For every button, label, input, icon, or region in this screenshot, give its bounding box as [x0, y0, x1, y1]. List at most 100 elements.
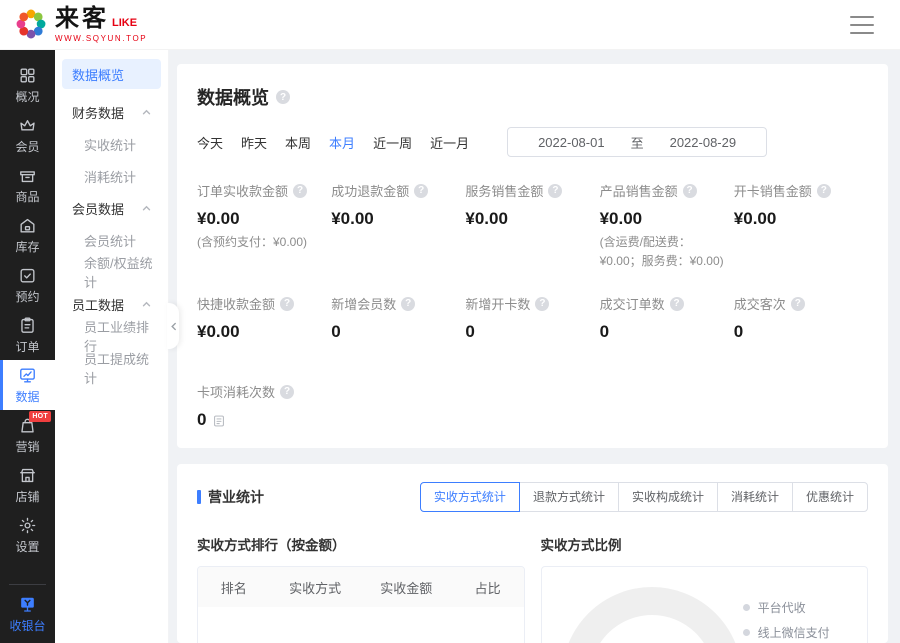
- stat-refund-amount: 成功退款金额 ¥0.00: [331, 181, 465, 270]
- filter-last-month[interactable]: 近一月: [430, 133, 469, 152]
- ranking-table-header: 排名 实收方式 实收金额 占比: [198, 567, 524, 607]
- brand-text: 来客 LIKE WWW.SQYUN.TOP: [55, 7, 147, 43]
- sidebar-item-label: 设置: [15, 538, 39, 555]
- nav-staff-performance-ranking[interactable]: 员工业绩排行: [62, 320, 161, 352]
- stat-card-sales: 开卡销售金额 ¥0.00: [734, 181, 868, 270]
- sidebar-item-label: 预约: [15, 288, 39, 305]
- nav-balance-rights-stats[interactable]: 余额/权益统计: [62, 256, 161, 288]
- help-icon[interactable]: [276, 90, 290, 104]
- section-accent-bar: [197, 490, 201, 504]
- help-icon[interactable]: [548, 184, 562, 198]
- menu-toggle-icon[interactable]: [850, 16, 874, 34]
- sidebar-item-orders[interactable]: 订单: [0, 310, 55, 360]
- income-method-ranking-panel: 实收方式排行（按金额） 排名 实收方式 实收金额 占比: [197, 534, 525, 643]
- sidebar-item-inventory[interactable]: 库存: [0, 210, 55, 260]
- sidebar-item-label: 概况: [15, 88, 39, 105]
- stat-completed-orders: 成交订单数 0: [600, 294, 734, 358]
- help-icon[interactable]: [791, 297, 805, 311]
- stat-card-consumption-count: 卡项消耗次数 0: [197, 382, 331, 430]
- tab-consumption-stats[interactable]: 消耗统计: [717, 482, 793, 512]
- sidebar-item-label: 收银台: [9, 617, 45, 634]
- warehouse-icon: [18, 216, 37, 235]
- filter-this-week[interactable]: 本周: [285, 133, 311, 152]
- stat-order-income: 订单实收款金额 ¥0.00 (含预约支付：¥0.00): [197, 181, 331, 270]
- filter-today[interactable]: 今天: [197, 133, 223, 152]
- sidebar-item-products[interactable]: 商品: [0, 160, 55, 210]
- help-icon[interactable]: [293, 184, 307, 198]
- sidebar-item-settings[interactable]: 设置: [0, 510, 55, 560]
- help-icon[interactable]: [280, 385, 294, 399]
- help-icon[interactable]: [670, 297, 684, 311]
- tab-refund-method-stats[interactable]: 退款方式统计: [519, 482, 619, 512]
- sidebar-item-label: 商品: [15, 188, 39, 205]
- sidebar-item-cashier[interactable]: 收银台: [0, 589, 55, 639]
- clipboard-icon: [18, 316, 37, 335]
- nav-member-stats[interactable]: 会员统计: [62, 224, 161, 256]
- chevron-left-icon: [170, 322, 177, 331]
- stat-quick-payment: 快捷收款金额 ¥0.00: [197, 294, 331, 358]
- storefront-icon: [18, 466, 37, 485]
- sidebar-item-overview[interactable]: 概况: [0, 60, 55, 110]
- legend-item[interactable]: 平台代收: [743, 599, 843, 616]
- stats-tab-group: 实收方式统计 退款方式统计 实收构成统计 消耗统计 优惠统计: [420, 482, 868, 512]
- nav-income-stats[interactable]: 实收统计: [62, 128, 161, 160]
- nav-group-member-data[interactable]: 会员数据: [62, 192, 161, 224]
- income-method-ratio-panel: 实收方式比例 总金额 ¥0.00 平台代收 线: [541, 534, 869, 643]
- help-icon[interactable]: [683, 184, 697, 198]
- date-range-separator: 至: [631, 133, 644, 152]
- sidebar-item-members[interactable]: 会员: [0, 110, 55, 160]
- help-icon[interactable]: [401, 297, 415, 311]
- sidebar-divider: [9, 584, 46, 585]
- sidebar-item-label: 店铺: [15, 488, 39, 505]
- sidebar-item-shop[interactable]: 店铺: [0, 460, 55, 510]
- date-range-end: 2022-08-29: [670, 135, 737, 150]
- donut-chart: 总金额 ¥0.00: [562, 587, 742, 643]
- hot-badge: HOT: [29, 411, 51, 422]
- tab-income-composition-stats[interactable]: 实收构成统计: [618, 482, 718, 512]
- sidebar-item-marketing[interactable]: HOT 营销: [0, 410, 55, 460]
- date-range-picker[interactable]: 2022-08-01 至 2022-08-29: [507, 127, 767, 157]
- legend-item[interactable]: 线上微信支付: [743, 624, 843, 641]
- legend-dot: [743, 629, 750, 636]
- nav-group-finance-data[interactable]: 财务数据: [62, 96, 161, 128]
- sidebar-item-data[interactable]: 数据: [0, 360, 55, 410]
- chevron-up-icon: [142, 109, 151, 115]
- filter-last-week[interactable]: 近一周: [373, 133, 412, 152]
- nav-consumption-stats[interactable]: 消耗统计: [62, 160, 161, 192]
- record-detail-icon[interactable]: [212, 413, 226, 427]
- help-icon[interactable]: [535, 297, 549, 311]
- crown-icon: [18, 116, 37, 135]
- secondary-sidebar: 数据概览 财务数据 实收统计 消耗统计 会员数据 会员统计 余额/权益统计 员工…: [55, 50, 169, 643]
- date-filter-row: 今天 昨天 本周 本月 近一周 近一月 2022-08-01 至 2022-08…: [197, 127, 868, 157]
- primary-sidebar: 概况 会员 商品 库存 预约 订单: [0, 50, 55, 643]
- collapse-sidebar-handle[interactable]: [167, 303, 179, 349]
- nav-group-staff-data[interactable]: 员工数据: [62, 288, 161, 320]
- section-title: 营业统计: [197, 487, 264, 507]
- ranking-panel-title: 实收方式排行（按金额）: [197, 534, 525, 554]
- brand-logo[interactable]: 来客 LIKE WWW.SQYUN.TOP: [14, 7, 147, 43]
- app-window: 来客 LIKE WWW.SQYUN.TOP 概况 会员 商品: [0, 0, 900, 643]
- monitor-chart-icon: [18, 366, 37, 385]
- chevron-up-icon: [142, 301, 151, 307]
- sidebar-item-booking[interactable]: 预约: [0, 260, 55, 310]
- main-content: 数据概览 今天 昨天 本周 本月 近一周 近一月 2022-08-01 至 20…: [169, 50, 900, 643]
- filter-this-month[interactable]: 本月: [329, 133, 355, 152]
- help-icon[interactable]: [280, 297, 294, 311]
- stat-new-members: 新增会员数 0: [331, 294, 465, 358]
- nav-staff-commission-stats[interactable]: 员工提成统计: [62, 352, 161, 384]
- help-icon[interactable]: [414, 184, 428, 198]
- brand-name: 来客: [55, 7, 109, 31]
- business-stats-card: 营业统计 实收方式统计 退款方式统计 实收构成统计 消耗统计 优惠统计 实收方式…: [177, 464, 888, 643]
- tab-discount-stats[interactable]: 优惠统计: [792, 482, 868, 512]
- help-icon[interactable]: [817, 184, 831, 198]
- nav-data-overview[interactable]: 数据概览: [62, 59, 161, 89]
- stats-row-3: 卡项消耗次数 0: [197, 382, 868, 430]
- calendar-check-icon: [18, 266, 37, 285]
- filter-yesterday[interactable]: 昨天: [241, 133, 267, 152]
- stat-customer-visits: 成交客次 0: [734, 294, 868, 358]
- tab-income-method-stats[interactable]: 实收方式统计: [420, 482, 520, 512]
- chevron-up-icon: [142, 205, 151, 211]
- sidebar-item-label: 库存: [15, 238, 39, 255]
- brand-domain: WWW.SQYUN.TOP: [55, 34, 147, 43]
- brand-suffix: LIKE: [112, 17, 137, 30]
